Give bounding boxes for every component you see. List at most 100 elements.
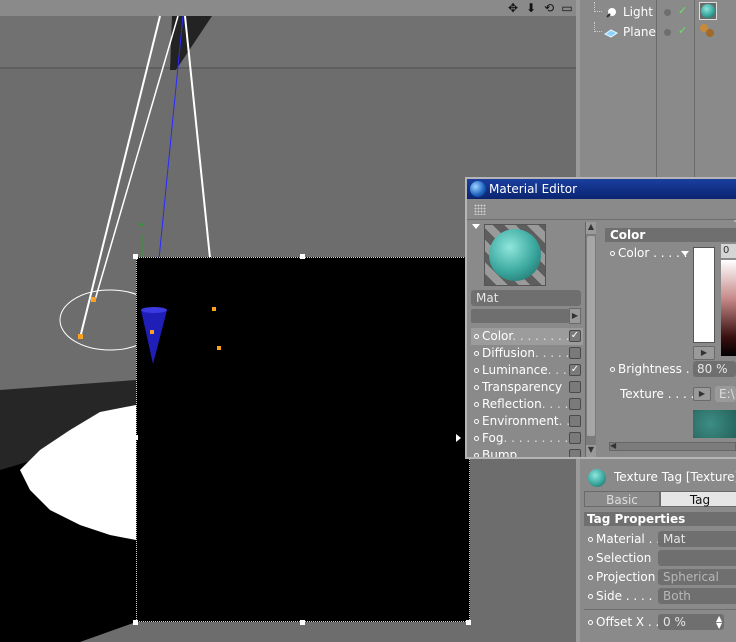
attr-row-projection: Projection Spherical (588, 569, 736, 585)
channel-reflection[interactable]: Reflection. . . . . (471, 396, 583, 413)
light-cone-icon (141, 310, 167, 364)
material-tag-icon[interactable] (700, 24, 716, 38)
texture-tag-icon[interactable] (699, 2, 717, 20)
region-handle[interactable] (300, 620, 305, 625)
region-handle[interactable] (133, 254, 138, 259)
material-field[interactable]: Mat (658, 531, 736, 547)
region-handle[interactable] (133, 620, 138, 625)
region-handle[interactable] (133, 435, 138, 440)
brightness-label: Brightness . . (610, 362, 697, 376)
scroll-up-icon[interactable]: ▲ (586, 222, 596, 234)
cone-line-right (184, 15, 211, 259)
material-editor-toolbar (467, 199, 736, 220)
channel-diffusion[interactable]: Diffusion. . . . . . (471, 345, 583, 362)
material-name-field[interactable]: Mat (471, 290, 581, 306)
dropdown-arrow-icon[interactable] (681, 251, 689, 256)
window-title: Material Editor (489, 182, 578, 196)
light-point-1 (150, 330, 154, 334)
projection-dropdown[interactable]: Spherical (658, 569, 736, 585)
color-slider[interactable] (721, 260, 736, 356)
y-axis-label: Y (137, 220, 145, 233)
channel-luminance[interactable]: Luminance. . . ✓ (471, 362, 583, 379)
attr-row-side: Side . . . . Both (588, 588, 736, 604)
channel-checkbox[interactable] (569, 415, 581, 427)
object-row-light[interactable]: Light ✓ (580, 2, 736, 22)
light-cone-top (141, 307, 167, 313)
visibility-dot-icon[interactable] (664, 29, 671, 36)
attribute-manager: Texture Tag [Texture] Basic Tag Tag Prop… (576, 459, 736, 642)
check-icon[interactable]: ✓ (678, 24, 687, 37)
check-icon[interactable]: ✓ (678, 4, 687, 17)
divider (584, 609, 736, 610)
color-label: Color . . . . . (610, 246, 687, 260)
light-object-icon (604, 5, 618, 19)
attr-row-material: Material . . Mat (588, 531, 736, 547)
dropdown-arrow-icon[interactable] (472, 224, 480, 229)
color-swatch[interactable] (693, 247, 715, 343)
horizontal-scrollbar[interactable]: ◀ (609, 441, 736, 451)
tab-basic[interactable]: Basic (584, 491, 660, 507)
channel-checkbox[interactable]: ✓ (569, 330, 581, 342)
plane-object-icon (604, 25, 618, 39)
texture-preview[interactable] (693, 410, 736, 438)
color-value-field[interactable]: 0 (721, 244, 736, 258)
region-arrow-icon (456, 434, 461, 442)
orange-handle[interactable] (78, 334, 83, 339)
object-name[interactable]: Plane (623, 25, 656, 39)
scroll-left-icon[interactable]: ◀ (610, 441, 620, 450)
channel-checkbox[interactable] (569, 398, 581, 410)
tree-line (594, 2, 602, 12)
channel-environment[interactable]: Environment. . (471, 413, 583, 430)
orange-handle[interactable] (91, 297, 96, 302)
channel-checkbox[interactable] (569, 432, 581, 444)
scroll-thumb[interactable] (587, 236, 595, 436)
channel-transparency[interactable]: Transparency (471, 379, 583, 396)
texture-tag-icon (588, 469, 606, 487)
tab-tag[interactable]: Tag (660, 491, 736, 507)
material-editor-window[interactable]: Material Editor Mat ▶ Color. . . . . . .… (465, 177, 736, 459)
attribute-header: Texture Tag [Texture] (584, 467, 736, 489)
region-handle[interactable] (300, 254, 305, 259)
channel-scrollbar[interactable]: ▲ ▼ (585, 222, 596, 457)
visibility-dot-icon[interactable] (664, 9, 671, 16)
app-logo-icon (470, 181, 486, 197)
object-row-plane[interactable]: Plane ✓ (580, 22, 736, 42)
channel-fog[interactable]: Fog. . . . . . . . . . (471, 430, 583, 447)
stepper-icon[interactable]: ▲ ▼ (716, 615, 722, 630)
scroll-down-icon[interactable]: ▼ (586, 445, 596, 457)
selection-field[interactable] (658, 550, 736, 566)
channel-color[interactable]: Color. . . . . . . . ✓ (471, 328, 583, 345)
channel-checkbox[interactable] (569, 347, 581, 359)
attribute-title: Texture Tag [Texture] (614, 470, 736, 484)
object-manager: Light ✓ Plane ✓ (576, 0, 736, 178)
region-handle[interactable] (466, 620, 471, 625)
object-name[interactable]: Light (623, 5, 653, 19)
channel-checkbox[interactable] (569, 449, 581, 457)
render-region[interactable] (136, 257, 470, 622)
texture-play-icon[interactable]: ▶ (693, 387, 711, 401)
material-editor-titlebar[interactable]: Material Editor (467, 179, 736, 199)
material-preview[interactable] (484, 224, 546, 286)
section-header: Tag Properties (584, 512, 736, 526)
grip-icon[interactable] (474, 204, 486, 215)
channel-checkbox[interactable] (569, 381, 581, 393)
play-arrow-icon[interactable]: ▶ (569, 308, 581, 324)
channel-bump[interactable]: Bump. . . . . . . . (471, 447, 583, 457)
material-sphere (489, 229, 541, 281)
material-bar[interactable] (471, 309, 569, 323)
play-arrow-icon[interactable]: ▶ (693, 346, 715, 360)
channel-list-pane: Mat ▶ Color. . . . . . . . ✓ Diffusion. … (469, 222, 597, 457)
section-header: Color (605, 228, 736, 242)
light-point-2 (212, 307, 216, 311)
render-overlay (141, 307, 221, 364)
attr-row-offset-x: Offset X . . 0 % ▲ ▼ (588, 614, 736, 630)
brightness-field[interactable]: 80 % (693, 361, 736, 377)
texture-path-field[interactable]: E:\ (715, 386, 736, 402)
offset-x-field[interactable]: 0 % (658, 614, 724, 630)
channel-checkbox[interactable]: ✓ (569, 364, 581, 376)
texture-label: Texture . . . . (620, 387, 695, 401)
attr-row-selection: Selection (588, 550, 736, 566)
channel-properties-pane: Color Color . . . . . 0 ▶ Brightness . .… (605, 222, 736, 457)
tree-line (594, 22, 602, 32)
side-dropdown[interactable]: Both (658, 588, 736, 604)
